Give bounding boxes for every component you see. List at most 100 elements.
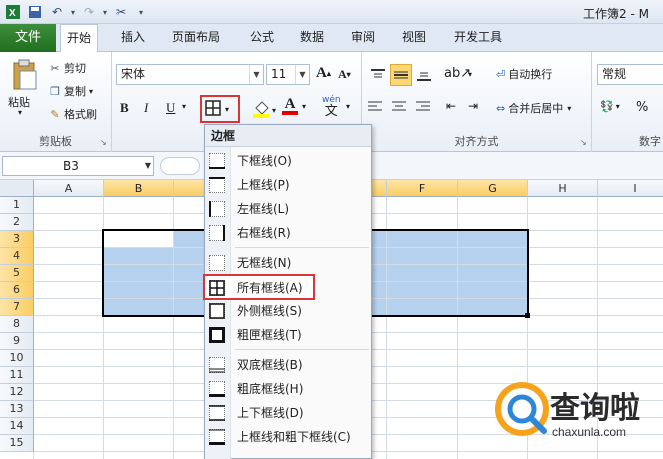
tools-icon[interactable]: ✂ bbox=[112, 3, 130, 21]
tab-review[interactable]: 审阅 bbox=[345, 24, 381, 51]
border-menu-item[interactable]: 外侧框线(S) bbox=[205, 299, 371, 323]
percent-button[interactable]: % bbox=[636, 100, 648, 115]
border-menu-item-highlighted[interactable]: 所有框线(A) bbox=[203, 274, 315, 300]
row-header-4[interactable]: 4 bbox=[0, 248, 34, 265]
borders-dropdown-icon[interactable]: ▾ bbox=[225, 105, 229, 114]
border-menu-item[interactable]: 左框线(L) bbox=[205, 197, 371, 221]
border-menu-item-label: 下框线(O) bbox=[237, 154, 292, 168]
clipboard-launcher-icon[interactable]: ↘ bbox=[100, 138, 107, 147]
font-name-combo[interactable]: 宋体 ▼ bbox=[116, 64, 264, 85]
row-header-8[interactable]: 8 bbox=[0, 316, 34, 333]
active-cell[interactable] bbox=[104, 231, 174, 248]
align-right-icon[interactable] bbox=[416, 101, 430, 113]
border-menu-item[interactable]: 上框线和粗下框线(C) bbox=[205, 425, 371, 449]
fill-handle[interactable] bbox=[525, 313, 530, 318]
row-header-1[interactable]: 1 bbox=[0, 197, 34, 214]
format-painter-icon: ✎ bbox=[50, 107, 60, 121]
copy-dropdown-icon[interactable]: ▾ bbox=[89, 87, 93, 96]
copy-button[interactable]: ❐ 复制 ▾ bbox=[46, 83, 93, 99]
paste-dropdown-icon[interactable]: ▾ bbox=[18, 108, 22, 117]
tab-page-layout[interactable]: 页面布局 bbox=[166, 24, 226, 51]
row-header-9[interactable]: 9 bbox=[0, 333, 34, 350]
grow-font-button[interactable]: A ▴ bbox=[316, 65, 331, 82]
orientation-dropdown-icon[interactable]: ▾ bbox=[468, 70, 472, 79]
formula-bar-splitter[interactable] bbox=[160, 157, 200, 175]
middle-align-icon[interactable] bbox=[390, 64, 412, 86]
fill-color-dropdown-icon[interactable]: ▾ bbox=[272, 106, 276, 115]
merge-dropdown-icon[interactable]: ▾ bbox=[567, 104, 571, 113]
merge-center-button[interactable]: ⇔ 合并后居中 ▾ bbox=[496, 100, 571, 116]
tab-insert[interactable]: 插入 bbox=[115, 24, 151, 51]
bold-button[interactable]: B bbox=[120, 100, 129, 116]
font-color-dropdown-icon[interactable]: ▾ bbox=[302, 102, 306, 111]
border-menu-item[interactable]: 双底框线(B) bbox=[205, 353, 371, 377]
align-center-icon[interactable] bbox=[392, 101, 406, 113]
all-borders-icon bbox=[209, 280, 225, 296]
tab-formulas[interactable]: 公式 bbox=[244, 24, 280, 51]
currency-icon[interactable]: 💱 ▾ bbox=[600, 100, 620, 113]
alignment-launcher-icon[interactable]: ↘ bbox=[580, 138, 587, 147]
italic-button[interactable]: I bbox=[144, 100, 148, 116]
row-header-5[interactable]: 5 bbox=[0, 265, 34, 282]
ribbon-tab-bar: 文件 开始 插入 页面布局 公式 数据 审阅 视图 开发工具 bbox=[0, 24, 663, 52]
name-box-dropdown-icon[interactable]: ▼ bbox=[142, 156, 154, 176]
cut-button[interactable]: ✂ 剪切 bbox=[46, 60, 86, 76]
tab-developer[interactable]: 开发工具 bbox=[448, 24, 508, 51]
border-menu-item[interactable]: 下框线(O) bbox=[205, 149, 371, 173]
column-header-g[interactable]: G bbox=[458, 180, 528, 197]
row-header-2[interactable]: 2 bbox=[0, 214, 34, 231]
tab-view[interactable]: 视图 bbox=[396, 24, 432, 51]
row-header-3[interactable]: 3 bbox=[0, 231, 34, 248]
row-header-15[interactable]: 15 bbox=[0, 435, 34, 452]
font-color-button[interactable]: A bbox=[282, 96, 298, 115]
currency-dropdown-icon[interactable]: ▾ bbox=[616, 102, 620, 111]
column-header-i[interactable]: I bbox=[598, 180, 663, 197]
shrink-font-button[interactable]: A ▾ bbox=[338, 67, 351, 82]
format-painter-button[interactable]: ✎ 格式刷 bbox=[46, 106, 97, 122]
column-header-b[interactable]: B bbox=[104, 180, 174, 197]
fill-color-button[interactable]: ▾ bbox=[252, 100, 276, 121]
customize-toolbar-icon[interactable]: ▾ bbox=[132, 3, 150, 21]
row-header-7[interactable]: 7 bbox=[0, 299, 34, 316]
wrap-text-button[interactable]: ⏎ 自动换行 bbox=[496, 66, 552, 82]
column-header-f[interactable]: F bbox=[387, 180, 458, 197]
select-all-corner[interactable] bbox=[0, 180, 34, 197]
decrease-indent-icon[interactable]: ⇤ bbox=[446, 99, 456, 113]
border-menu-item[interactable]: 上框线(P) bbox=[205, 173, 371, 197]
name-box[interactable]: B3 bbox=[2, 156, 154, 176]
underline-dropdown-icon[interactable]: ▾ bbox=[182, 102, 186, 111]
column-header-a[interactable]: A bbox=[34, 180, 104, 197]
border-menu-item[interactable]: 右框线(R) bbox=[205, 221, 371, 245]
number-format-combo[interactable]: 常规 bbox=[597, 64, 663, 85]
paste-icon[interactable] bbox=[8, 58, 40, 92]
border-menu-item[interactable]: 上下框线(D) bbox=[205, 401, 371, 425]
increase-indent-icon[interactable]: ⇥ bbox=[468, 99, 478, 113]
svg-text:X: X bbox=[9, 8, 16, 19]
row-header-12[interactable]: 12 bbox=[0, 384, 34, 401]
border-menu-item[interactable]: 无框线(N) bbox=[205, 251, 371, 275]
tab-home[interactable]: 开始 bbox=[60, 24, 99, 52]
underline-button[interactable]: U bbox=[166, 100, 175, 116]
border-menu-item[interactable]: 粗底框线(H) bbox=[205, 377, 371, 401]
top-align-icon[interactable] bbox=[368, 66, 388, 84]
border-menu-item-label: 上框线和粗下框线(C) bbox=[237, 430, 351, 444]
borders-button[interactable]: ▾ bbox=[200, 95, 240, 123]
chevron-down-icon[interactable]: ▼ bbox=[295, 65, 309, 84]
tab-file[interactable]: 文件 bbox=[0, 24, 56, 52]
row-header-6[interactable]: 6 bbox=[0, 282, 34, 299]
phonetic-dropdown-icon[interactable]: ▾ bbox=[346, 102, 350, 111]
row-header-13[interactable]: 13 bbox=[0, 401, 34, 418]
tab-data[interactable]: 数据 bbox=[294, 24, 330, 51]
save-icon[interactable] bbox=[26, 3, 44, 21]
font-size-combo[interactable]: 11 ▼ bbox=[266, 64, 310, 85]
font-name-value: 宋体 bbox=[121, 67, 146, 81]
align-left-icon[interactable] bbox=[368, 101, 382, 113]
row-header-11[interactable]: 11 bbox=[0, 367, 34, 384]
row-header-14[interactable]: 14 bbox=[0, 418, 34, 435]
border-menu-item[interactable]: 粗匣框线(T) bbox=[205, 323, 371, 347]
phonetic-button[interactable]: wén 文 bbox=[322, 94, 341, 118]
column-header-h[interactable]: H bbox=[528, 180, 598, 197]
chevron-down-icon[interactable]: ▼ bbox=[249, 65, 263, 84]
bottom-align-icon[interactable] bbox=[414, 66, 434, 84]
row-header-10[interactable]: 10 bbox=[0, 350, 34, 367]
